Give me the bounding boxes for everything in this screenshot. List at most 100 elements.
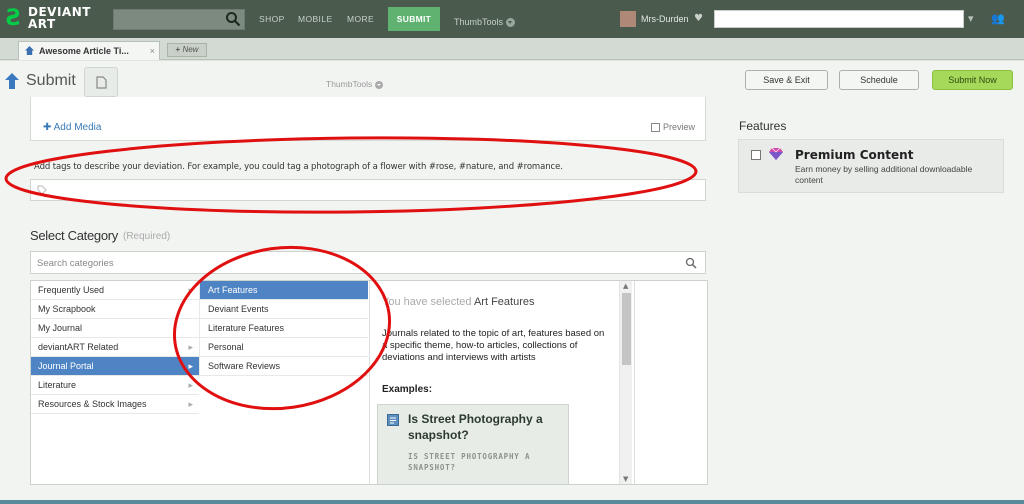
nav-mobile[interactable]: MOBILE (298, 14, 333, 24)
thumbtools-mid-menu[interactable]: ThumbTools (326, 79, 384, 89)
category-item-personal[interactable]: Personal (200, 338, 368, 357)
search-icon[interactable] (225, 11, 241, 27)
friends-icon[interactable]: 👥 (991, 12, 1005, 25)
journal-icon (387, 414, 399, 426)
preview-button[interactable]: Preview (650, 122, 695, 133)
site-search-input[interactable] (113, 9, 245, 30)
top-text-input[interactable] (714, 10, 964, 28)
category-column-4 (634, 281, 707, 484)
new-tab-label: New (182, 45, 199, 54)
submit-nav-button[interactable]: SUBMIT (388, 7, 440, 31)
plus-icon: ✚ (43, 122, 52, 133)
category-item-art-features[interactable]: Art Features (200, 281, 368, 300)
select-category-heading: Select Category (30, 228, 118, 243)
category-item-deviant-events[interactable]: Deviant Events (200, 300, 368, 319)
scrollbar-thumb[interactable] (622, 293, 631, 365)
arrow-up-icon[interactable] (5, 73, 19, 89)
tab-label: Awesome Article Ti... (39, 46, 129, 56)
category-column-2: Art Features Deviant Events Literature F… (199, 281, 368, 376)
preview-icon (650, 123, 660, 133)
add-media-link[interactable]: ✚ Add Media (43, 122, 101, 133)
chevron-right-icon: ▸ (188, 380, 193, 390)
category-item-label: Journal Portal (38, 361, 94, 371)
category-item-journal-portal[interactable]: Journal Portal ▸ (31, 357, 199, 376)
new-tab-button[interactable]: + New (167, 43, 207, 57)
category-item-frequently-used[interactable]: Frequently Used ▸ (31, 281, 199, 300)
category-item-label: Literature (38, 380, 77, 390)
category-item-literature-features[interactable]: Literature Features (200, 319, 368, 338)
example-title[interactable]: Is Street Photography a snapshot? (408, 411, 558, 443)
save-exit-button[interactable]: Save & Exit (745, 70, 828, 90)
main-content: Submit ThumbTools Save & Exit Schedule S… (0, 61, 1024, 504)
document-icon (96, 76, 107, 89)
plus-icon: + (175, 45, 181, 54)
deviantart-logo[interactable]: Ƨ DEVIANT ART (6, 4, 96, 34)
category-item-deviantart-related[interactable]: deviantART Related ▸ (31, 338, 199, 357)
tag-icon (37, 185, 47, 195)
username-link[interactable]: Mrs-Durden (641, 14, 689, 24)
category-search-input[interactable]: Search categories (30, 251, 706, 274)
submit-now-button[interactable]: Submit Now (932, 70, 1013, 90)
category-item-label: Resources & Stock Images (38, 399, 147, 409)
preview-label: Preview (662, 122, 695, 132)
category-description: Journals related to the topic of art, fe… (382, 328, 605, 363)
add-media-label: Add Media (53, 122, 102, 133)
page-title: Submit (26, 72, 76, 89)
chevron-right-icon: ▸ (188, 399, 193, 409)
nav-more[interactable]: MORE (347, 14, 374, 24)
category-detail-panel: You have selected Art Features Journals … (369, 281, 633, 484)
top-navigation-bar: Ƨ DEVIANT ART SHOP MOBILE MORE SUBMIT Thu… (0, 0, 1024, 38)
chevron-right-icon: ▸ (188, 285, 193, 295)
detail-scrollbar[interactable]: ▲ ▼ (619, 281, 632, 484)
category-item-label: My Scrapbook (38, 304, 96, 314)
gem-icon (769, 147, 783, 160)
chevron-down-icon[interactable]: ▼ (623, 475, 628, 483)
home-icon (25, 46, 34, 55)
category-item-label: My Journal (38, 323, 83, 333)
category-item-resources-stock-images[interactable]: Resources & Stock Images ▸ (31, 395, 199, 414)
tag-help-text: Add tags to describe your deviation. For… (34, 162, 563, 172)
category-browser: Frequently Used ▸ My Scrapbook My Journal… (30, 280, 708, 485)
chevron-down-icon (375, 80, 384, 89)
search-icon[interactable] (685, 257, 697, 269)
selected-prefix: You have selected (382, 296, 472, 308)
close-icon[interactable]: × (150, 42, 155, 60)
editor-footer: ✚ Add Media Preview (30, 97, 706, 141)
tags-input[interactable] (30, 179, 706, 201)
category-item-my-scrapbook[interactable]: My Scrapbook (31, 300, 199, 319)
premium-content-feature: Premium Content Earn money by selling ad… (738, 139, 1004, 193)
top-right-icons: ▾ 👥 (968, 12, 1005, 25)
example-subtitle: IS STREET PHOTOGRAPHY A SNAPSHOT? (408, 452, 531, 472)
bottom-edge-bar (0, 500, 1024, 504)
chevron-right-icon: ▸ (188, 361, 193, 371)
chevron-right-icon: ▸ (188, 342, 193, 352)
nav-shop[interactable]: SHOP (259, 14, 285, 24)
tab-current-article[interactable]: Awesome Article Ti... × (18, 41, 160, 60)
logo-line-2: ART (28, 17, 56, 31)
features-heading: Features (739, 119, 787, 133)
chevron-down-icon (506, 18, 516, 28)
document-button[interactable] (84, 67, 118, 97)
category-item-software-reviews[interactable]: Software Reviews (200, 357, 368, 376)
chevron-down-icon[interactable]: ▾ (968, 12, 974, 25)
category-item-my-journal[interactable]: My Journal (31, 319, 199, 338)
category-search-placeholder: Search categories (37, 258, 114, 269)
thumbtools-mid-label: ThumbTools (326, 79, 373, 89)
thumbtools-label: ThumbTools (454, 17, 504, 27)
schedule-button[interactable]: Schedule (839, 70, 919, 90)
premium-content-description: Earn money by selling additional downloa… (795, 164, 973, 185)
chevron-up-icon[interactable]: ▲ (623, 282, 628, 290)
premium-content-checkbox[interactable] (751, 150, 761, 160)
category-item-label: Frequently Used (38, 285, 105, 295)
category-item-label: deviantART Related (38, 342, 119, 352)
deviantart-logo-text: DEVIANT ART (28, 6, 91, 30)
selected-category-name: Art Features (473, 296, 535, 308)
heart-icon[interactable]: ♥ (694, 13, 703, 24)
required-label: (Required) (123, 231, 171, 242)
deviantart-logo-mark: Ƨ (6, 6, 22, 31)
thumbtools-menu[interactable]: ThumbTools (454, 17, 516, 28)
example-card[interactable]: Is Street Photography a snapshot? IS STR… (377, 404, 569, 484)
selected-category-line: You have selected Art Features (382, 296, 534, 308)
category-item-literature[interactable]: Literature ▸ (31, 376, 199, 395)
avatar[interactable] (620, 11, 636, 27)
